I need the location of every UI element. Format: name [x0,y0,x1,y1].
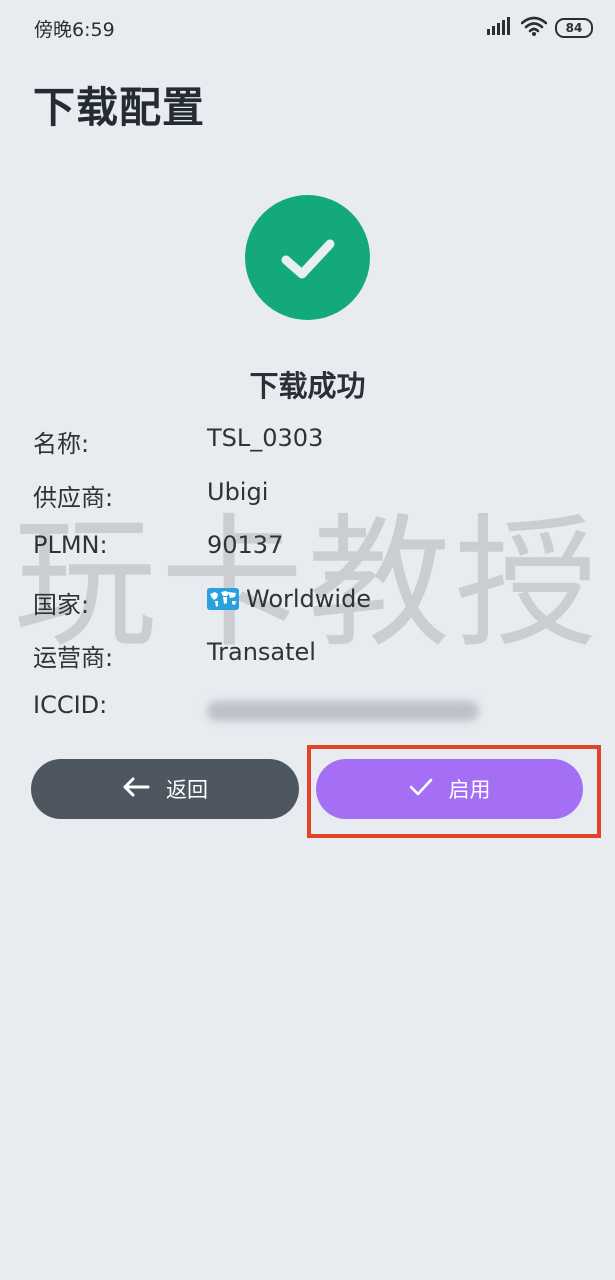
info-label: ICCID: [33,691,108,719]
provider-value: Ubigi [207,478,269,506]
info-row-name: 名称: TSL_0303 [33,424,593,458]
info-value [207,691,479,721]
signal-icon [487,17,513,39]
world-map-icon [207,588,239,610]
info-value: TSL_0303 [207,424,323,452]
info-value: Worldwide [207,585,371,613]
info-value: 90137 [207,531,283,559]
success-message: 下载成功 [249,369,366,403]
info-label: 国家: [33,591,90,619]
profile-name-value: TSL_0303 [207,424,324,452]
carrier-value: Transatel [207,638,316,666]
page-title: 下载配置 [33,83,206,132]
back-button[interactable]: 返回 [31,759,299,819]
info-value: Transatel [207,638,316,666]
plmn-value: 90137 [207,531,284,559]
enable-button[interactable]: 启用 [316,759,583,819]
country-value: Worldwide [246,585,372,613]
info-label: 名称: [33,430,90,458]
iccid-value-redacted [207,701,479,721]
status-icons: 84 [487,16,593,40]
info-label: PLMN: [33,531,108,559]
info-row-iccid: ICCID: [33,691,593,725]
arrow-left-icon [122,777,150,802]
status-time: 傍晚6:59 [34,19,115,41]
info-row-plmn: PLMN: 90137 [33,531,593,565]
battery-icon: 84 [555,18,593,38]
info-label: 供应商: [33,484,114,512]
success-check-icon [245,195,370,320]
info-row-carrier: 运营商: Transatel [33,638,593,672]
info-label: 运营商: [33,644,114,672]
info-value: Ubigi [207,478,268,506]
info-row-provider: 供应商: Ubigi [33,478,593,512]
info-row-country: 国家: Worldwide [33,585,593,619]
back-button-label: 返回 [166,778,208,802]
wifi-icon [520,16,548,40]
enable-button-label: 启用 [448,778,491,802]
check-icon [409,777,433,802]
status-bar: 傍晚6:59 84 [0,0,615,56]
